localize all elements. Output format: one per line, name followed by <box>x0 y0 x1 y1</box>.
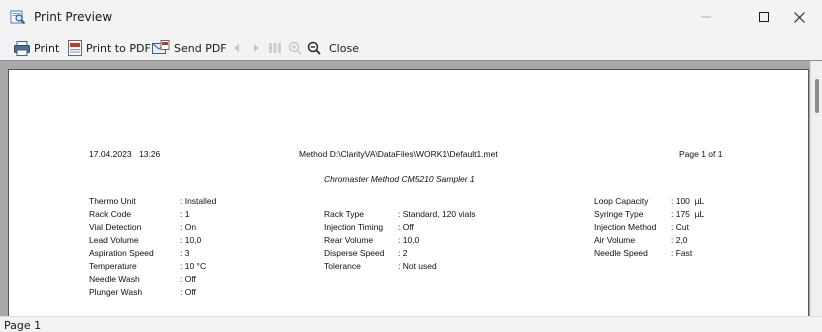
param-value: : 1 <box>180 209 190 219</box>
param-name: Injection Timing <box>324 222 384 232</box>
prev-page-icon[interactable] <box>230 41 244 55</box>
param-name: Loop Capacity <box>594 196 649 206</box>
param-name: Lead Volume <box>89 235 139 245</box>
multi-page-icon[interactable] <box>268 41 282 55</box>
param-value: : 10,0 <box>180 235 202 245</box>
preview-viewport[interactable]: 17.04.2023 13:26 Method D:\ClarityVA\Dat… <box>0 60 822 316</box>
scrollbar-thumb[interactable] <box>815 79 819 113</box>
toolbar: Print Print to PDF Send PDF Close <box>0 37 822 59</box>
param-value: : Cut <box>671 222 689 232</box>
status-bar: Page 1 <box>0 316 822 332</box>
param-name: Needle Speed <box>594 248 648 258</box>
param-name: Rack Code <box>89 209 132 219</box>
report-title: Chromaster Method CM5210 Sampler 1 <box>324 174 475 184</box>
param-value: : 100 µL <box>671 196 705 206</box>
param-name: Vial Detection <box>89 222 142 232</box>
method-path: Method D:\ClarityVA\DataFiles\WORK1\Defa… <box>299 149 498 159</box>
param-value: : 175 µL <box>671 209 705 219</box>
print-label: Print <box>34 41 60 55</box>
printer-icon <box>14 40 30 56</box>
param-name: Rack Type <box>324 209 365 219</box>
param-value: : Off <box>398 222 414 232</box>
maximize-icon <box>759 12 769 22</box>
title-bar: Print Preview <box>0 0 822 34</box>
report-page: 17.04.2023 13:26 Method D:\ClarityVA\Dat… <box>8 69 809 316</box>
param-value: : Fast <box>671 248 693 258</box>
close-window-button[interactable] <box>776 0 822 34</box>
param-value: : 10,0 <box>398 235 420 245</box>
window-title: Print Preview <box>34 10 113 24</box>
close-icon <box>793 11 805 23</box>
page-number: Page 1 of 1 <box>679 149 723 159</box>
param-name: Needle Wash <box>89 274 140 284</box>
param-name: Thermo Unit <box>89 196 136 206</box>
print-button[interactable]: Print <box>14 39 59 57</box>
param-value: : 2 <box>398 248 408 258</box>
zoom-out-icon[interactable] <box>307 41 321 55</box>
param-name: Tolerance <box>324 261 361 271</box>
send-pdf-label: Send PDF <box>174 41 227 55</box>
param-value: : 10 °C <box>180 261 207 271</box>
param-value: : Not used <box>398 261 437 271</box>
param-value: : Installed <box>180 196 217 206</box>
param-value: : Off <box>180 287 196 297</box>
minimize-button[interactable] <box>683 0 729 34</box>
minimize-icon <box>701 16 711 18</box>
param-value: : On <box>180 222 197 232</box>
param-value: : 2,0 <box>671 235 688 245</box>
send-mail-icon <box>152 40 170 54</box>
param-name: Temperature <box>89 261 137 271</box>
vertical-scrollbar[interactable] <box>810 61 822 316</box>
param-value: : Standard, 120 vials <box>398 209 476 219</box>
report-time: 13:26 <box>139 149 161 159</box>
print-to-pdf-label: Print to PDF <box>86 41 151 55</box>
pdf-icon <box>68 40 82 56</box>
param-name: Syringe Type <box>594 209 644 219</box>
param-name: Rear Volume <box>324 235 374 245</box>
param-name: Air Volume <box>594 235 636 245</box>
zoom-in-icon[interactable] <box>288 41 302 55</box>
param-name: Injection Method <box>594 222 657 232</box>
close-label: Close <box>329 41 359 55</box>
param-value: : Off <box>180 274 196 284</box>
print-to-pdf-button[interactable]: Print to PDF <box>68 39 151 57</box>
send-pdf-button[interactable]: Send PDF <box>152 39 227 57</box>
param-value: : 3 <box>180 248 190 258</box>
param-name: Plunger Wash <box>89 287 143 297</box>
param-name: Disperse Speed <box>324 248 385 258</box>
status-page: Page 1 <box>4 319 42 332</box>
report-date: 17.04.2023 <box>89 149 132 159</box>
print-preview-icon <box>10 9 26 25</box>
next-page-icon[interactable] <box>249 41 263 55</box>
param-name: Aspiration Speed <box>89 248 154 258</box>
close-preview-button[interactable]: Close <box>329 39 359 57</box>
